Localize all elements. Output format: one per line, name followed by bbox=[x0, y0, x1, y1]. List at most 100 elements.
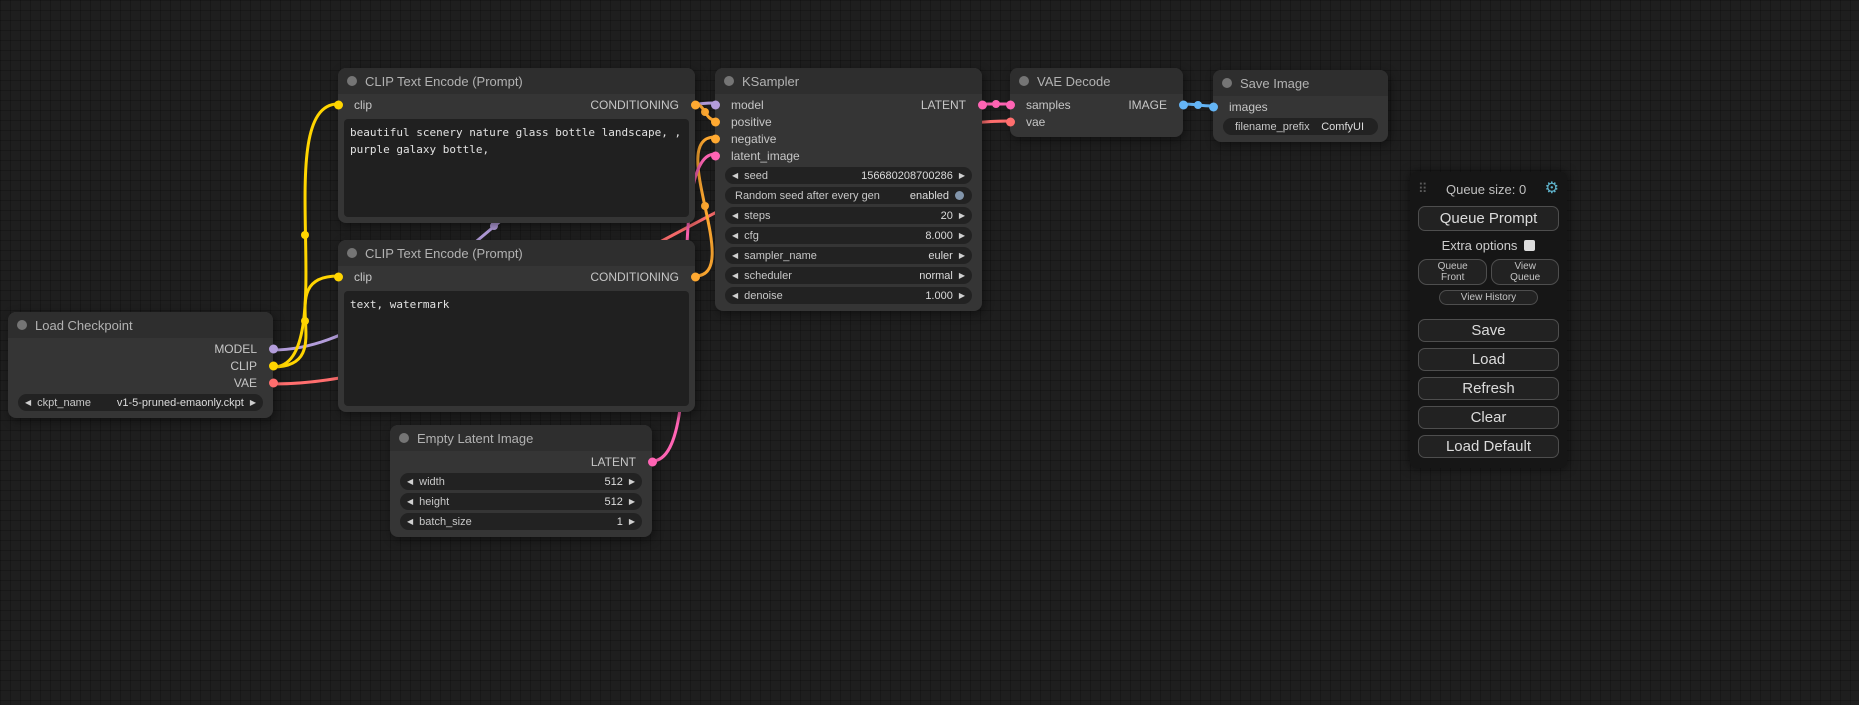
input-label-clip: clip bbox=[354, 98, 372, 112]
node-title-bar[interactable]: KSampler bbox=[715, 68, 982, 94]
clear-button[interactable]: Clear bbox=[1418, 406, 1559, 429]
node-title-bar[interactable]: Empty Latent Image bbox=[390, 425, 652, 451]
increment-arrow-icon[interactable]: ▶ bbox=[959, 212, 965, 220]
input-port-latent-image[interactable] bbox=[711, 151, 720, 160]
collapse-dot-icon[interactable] bbox=[399, 433, 409, 443]
input-label-negative: negative bbox=[731, 132, 776, 146]
widget-seed[interactable]: ◀ seed 156680208700286 ▶ bbox=[725, 167, 972, 184]
widget-label: seed bbox=[744, 170, 768, 182]
widget-value: v1-5-pruned-emaonly.ckpt bbox=[91, 397, 244, 409]
input-port-clip[interactable] bbox=[334, 100, 343, 109]
widget-ckpt-name[interactable]: ◀ ckpt_name v1-5-pruned-emaonly.ckpt ▶ bbox=[18, 394, 263, 411]
increment-arrow-icon[interactable]: ▶ bbox=[959, 232, 965, 240]
widget-value: 8.000 bbox=[759, 230, 953, 242]
queue-front-button[interactable]: Queue Front bbox=[1418, 259, 1487, 285]
increment-arrow-icon[interactable]: ▶ bbox=[959, 172, 965, 180]
output-port-clip[interactable] bbox=[269, 361, 278, 370]
decrement-arrow-icon[interactable]: ◀ bbox=[732, 272, 738, 280]
node-save-image[interactable]: Save Image images filename_prefix ComfyU… bbox=[1213, 70, 1388, 142]
increment-arrow-icon[interactable]: ▶ bbox=[629, 478, 635, 486]
node-empty-latent-image[interactable]: Empty Latent Image LATENT ◀ width 512 ▶ … bbox=[390, 425, 652, 537]
view-queue-button[interactable]: View Queue bbox=[1491, 259, 1559, 285]
input-port-positive[interactable] bbox=[711, 117, 720, 126]
prompt-textarea[interactable]: beautiful scenery nature glass bottle la… bbox=[344, 119, 689, 217]
output-port-image[interactable] bbox=[1179, 100, 1188, 109]
node-title-bar[interactable]: Load Checkpoint bbox=[8, 312, 273, 338]
increment-arrow-icon[interactable]: ▶ bbox=[959, 272, 965, 280]
decrement-arrow-icon[interactable]: ◀ bbox=[732, 212, 738, 220]
save-button[interactable]: Save bbox=[1418, 319, 1559, 342]
settings-gear-icon[interactable]: ⚙ bbox=[1545, 181, 1559, 197]
output-port-conditioning[interactable] bbox=[691, 272, 700, 281]
node-title-bar[interactable]: Save Image bbox=[1213, 70, 1388, 96]
output-port-conditioning[interactable] bbox=[691, 100, 700, 109]
node-title-bar[interactable]: CLIP Text Encode (Prompt) bbox=[338, 68, 695, 94]
output-port-vae[interactable] bbox=[269, 378, 278, 387]
output-label-latent: LATENT bbox=[921, 98, 966, 112]
collapse-dot-icon[interactable] bbox=[1019, 76, 1029, 86]
link-clip-negative bbox=[273, 276, 338, 367]
collapse-dot-icon[interactable] bbox=[724, 76, 734, 86]
input-port-samples[interactable] bbox=[1006, 100, 1015, 109]
input-port-vae[interactable] bbox=[1006, 117, 1015, 126]
output-port-latent[interactable] bbox=[648, 457, 657, 466]
graph-canvas[interactable]: Load Checkpoint MODEL CLIP VAE ◀ ckpt_na… bbox=[0, 0, 1859, 705]
node-title: KSampler bbox=[742, 74, 799, 89]
widget-height[interactable]: ◀ height 512 ▶ bbox=[400, 493, 642, 510]
input-port-model[interactable] bbox=[711, 100, 720, 109]
view-history-button[interactable]: View History bbox=[1439, 290, 1538, 305]
extra-options-checkbox[interactable] bbox=[1524, 240, 1535, 251]
decrement-arrow-icon[interactable]: ◀ bbox=[732, 232, 738, 240]
output-port-latent[interactable] bbox=[978, 100, 987, 109]
node-title-bar[interactable]: VAE Decode bbox=[1010, 68, 1183, 94]
decrement-arrow-icon[interactable]: ◀ bbox=[407, 518, 413, 526]
widget-cfg[interactable]: ◀ cfg 8.000 ▶ bbox=[725, 227, 972, 244]
widget-sampler-name[interactable]: ◀ sampler_name euler ▶ bbox=[725, 247, 972, 264]
widget-steps[interactable]: ◀ steps 20 ▶ bbox=[725, 207, 972, 224]
node-vae-decode[interactable]: VAE Decode samples IMAGE vae bbox=[1010, 68, 1183, 137]
collapse-dot-icon[interactable] bbox=[1222, 78, 1232, 88]
output-port-model[interactable] bbox=[269, 344, 278, 353]
node-load-checkpoint[interactable]: Load Checkpoint MODEL CLIP VAE ◀ ckpt_na… bbox=[8, 312, 273, 418]
queue-prompt-button[interactable]: Queue Prompt bbox=[1418, 206, 1559, 231]
refresh-button[interactable]: Refresh bbox=[1418, 377, 1559, 400]
widget-scheduler[interactable]: ◀ scheduler normal ▶ bbox=[725, 267, 972, 284]
prompt-textarea[interactable]: text, watermark bbox=[344, 291, 689, 406]
node-ksampler[interactable]: KSampler model LATENT positive negative … bbox=[715, 68, 982, 311]
widget-denoise[interactable]: ◀ denoise 1.000 ▶ bbox=[725, 287, 972, 304]
output-label-latent: LATENT bbox=[591, 455, 636, 469]
input-port-negative[interactable] bbox=[711, 134, 720, 143]
link-midpoint-dot bbox=[1194, 101, 1202, 109]
widget-width[interactable]: ◀ width 512 ▶ bbox=[400, 473, 642, 490]
output-label-conditioning: CONDITIONING bbox=[590, 98, 679, 112]
decrement-arrow-icon[interactable]: ◀ bbox=[732, 172, 738, 180]
collapse-dot-icon[interactable] bbox=[17, 320, 27, 330]
collapse-dot-icon[interactable] bbox=[347, 76, 357, 86]
drag-handle-icon[interactable]: ⠿ bbox=[1418, 181, 1428, 197]
input-port-images[interactable] bbox=[1209, 102, 1218, 111]
widget-label: filename_prefix bbox=[1235, 121, 1310, 133]
decrement-arrow-icon[interactable]: ◀ bbox=[732, 252, 738, 260]
increment-arrow-icon[interactable]: ▶ bbox=[629, 498, 635, 506]
load-default-button[interactable]: Load Default bbox=[1418, 435, 1559, 458]
decrement-arrow-icon[interactable]: ◀ bbox=[25, 399, 31, 407]
decrement-arrow-icon[interactable]: ◀ bbox=[407, 498, 413, 506]
decrement-arrow-icon[interactable]: ◀ bbox=[407, 478, 413, 486]
node-title-bar[interactable]: CLIP Text Encode (Prompt) bbox=[338, 240, 695, 266]
widget-random-seed-toggle[interactable]: Random seed after every gen enabled bbox=[725, 187, 972, 204]
toggle-dot-icon[interactable] bbox=[955, 191, 964, 200]
increment-arrow-icon[interactable]: ▶ bbox=[629, 518, 635, 526]
input-port-clip[interactable] bbox=[334, 272, 343, 281]
collapse-dot-icon[interactable] bbox=[347, 248, 357, 258]
load-button[interactable]: Load bbox=[1418, 348, 1559, 371]
node-clip-text-encode-positive[interactable]: CLIP Text Encode (Prompt) clip CONDITION… bbox=[338, 68, 695, 223]
increment-arrow-icon[interactable]: ▶ bbox=[959, 252, 965, 260]
node-clip-text-encode-negative[interactable]: CLIP Text Encode (Prompt) clip CONDITION… bbox=[338, 240, 695, 412]
widget-filename-prefix[interactable]: filename_prefix ComfyUI bbox=[1223, 118, 1378, 135]
increment-arrow-icon[interactable]: ▶ bbox=[959, 292, 965, 300]
decrement-arrow-icon[interactable]: ◀ bbox=[732, 292, 738, 300]
output-label-conditioning: CONDITIONING bbox=[590, 270, 679, 284]
increment-arrow-icon[interactable]: ▶ bbox=[250, 399, 256, 407]
node-title: VAE Decode bbox=[1037, 74, 1110, 89]
widget-batch-size[interactable]: ◀ batch_size 1 ▶ bbox=[400, 513, 642, 530]
